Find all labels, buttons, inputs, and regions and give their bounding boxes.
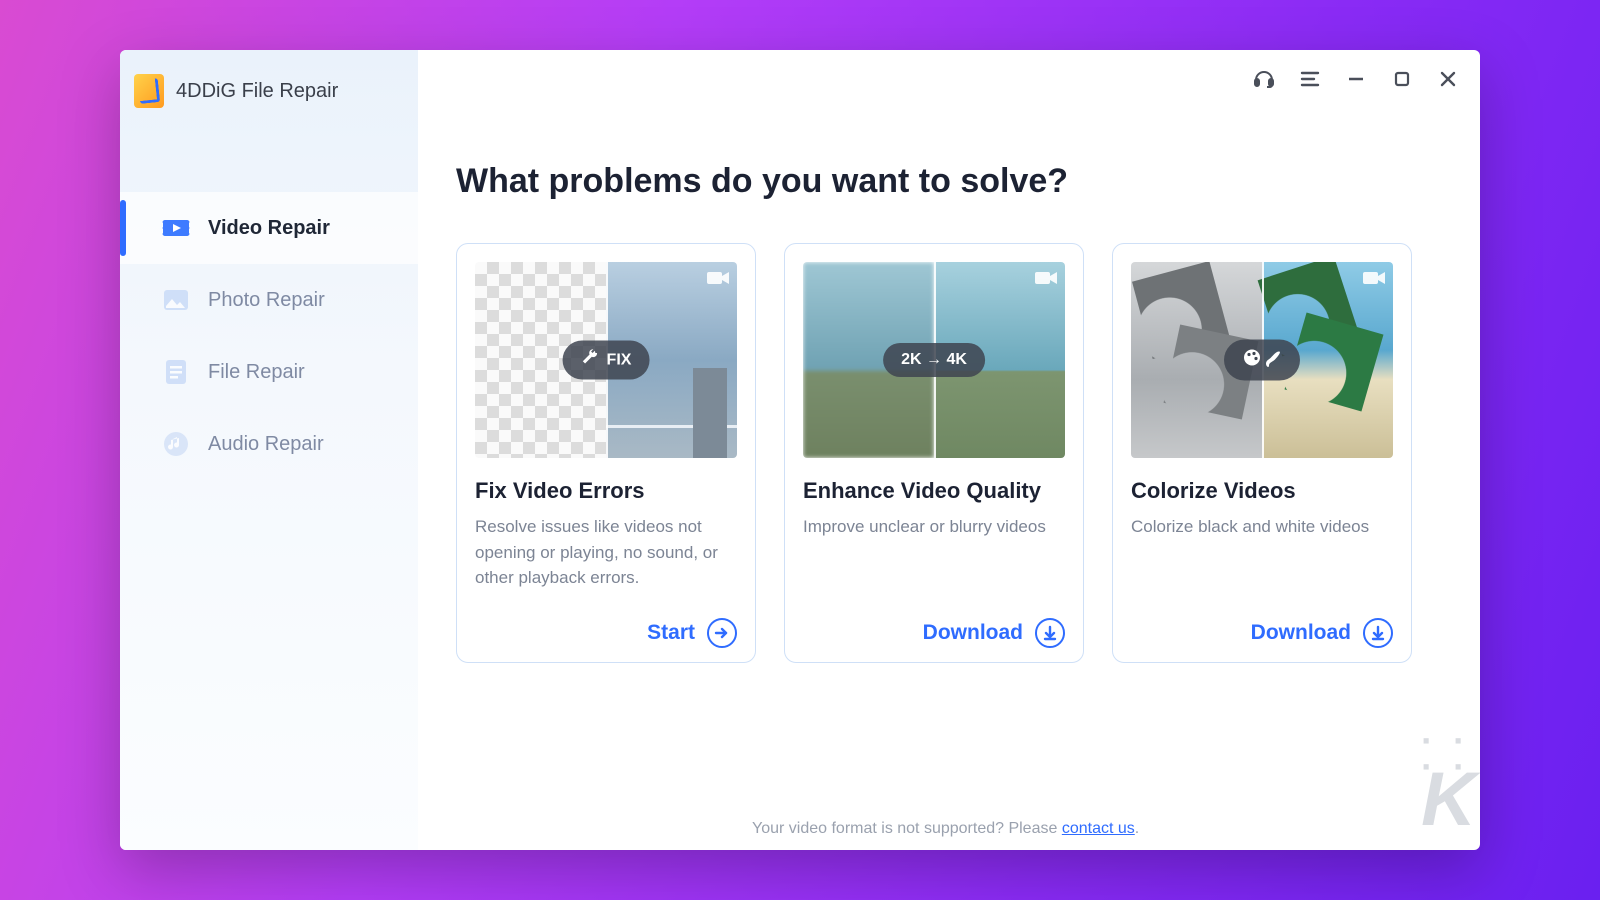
menu-icon[interactable]: [1296, 65, 1324, 93]
contact-us-link[interactable]: contact us: [1062, 820, 1135, 837]
card-colorize-videos[interactable]: Colorize Videos Colorize black and white…: [1112, 243, 1412, 663]
photo-icon: [162, 288, 190, 312]
sidebar-item-label: Photo Repair: [208, 289, 325, 312]
action-label: Download: [1251, 621, 1351, 645]
app-name: 4DDiG File Repair: [176, 80, 338, 103]
minimize-icon[interactable]: [1342, 65, 1370, 93]
sidebar-item-photo-repair[interactable]: Photo Repair: [120, 264, 418, 336]
file-icon: [162, 360, 190, 384]
start-button[interactable]: Start: [475, 602, 737, 648]
thumb-badge: FIX: [563, 341, 650, 380]
download-button[interactable]: Download: [803, 602, 1065, 648]
thumb-badge: 2K → 4K: [883, 343, 985, 377]
badge-text: FIX: [607, 351, 632, 369]
download-icon: [1035, 618, 1065, 648]
card-enhance-video-quality[interactable]: 2K → 4K Enhance Video Quality Improve un…: [784, 243, 1084, 663]
badge-text: 2K → 4K: [901, 351, 967, 369]
sidebar-nav: Video Repair Photo Repair File Repair Au…: [120, 192, 418, 480]
camera-icon: [1363, 270, 1385, 291]
card-title: Enhance Video Quality: [803, 478, 1065, 504]
footer-text: Your video format is not supported? Plea…: [752, 820, 1062, 837]
card-description: Improve unclear or blurry videos: [803, 514, 1065, 540]
card-thumbnail: 2K → 4K: [803, 262, 1065, 458]
action-label: Download: [923, 621, 1023, 645]
close-icon[interactable]: [1434, 65, 1462, 93]
card-fix-video-errors[interactable]: FIX Fix Video Errors Resolve issues like…: [456, 243, 756, 663]
download-button[interactable]: Download: [1131, 602, 1393, 648]
thumb-badge: [1224, 340, 1300, 381]
sidebar: 4DDiG File Repair Video Repair Photo Rep…: [120, 50, 418, 850]
titlebar: [418, 50, 1480, 108]
video-icon: [162, 216, 190, 240]
palette-brush-icon: [1242, 348, 1282, 373]
download-icon: [1363, 618, 1393, 648]
card-row: FIX Fix Video Errors Resolve issues like…: [456, 243, 1442, 663]
main-area: What problems do you want to solve?: [418, 50, 1480, 850]
sidebar-item-audio-repair[interactable]: Audio Repair: [120, 408, 418, 480]
camera-icon: [1035, 270, 1057, 291]
card-thumbnail: FIX: [475, 262, 737, 458]
sidebar-item-video-repair[interactable]: Video Repair: [120, 192, 418, 264]
maximize-icon[interactable]: [1388, 65, 1416, 93]
audio-icon: [162, 432, 190, 456]
sidebar-item-label: Video Repair: [208, 217, 330, 240]
headset-icon[interactable]: [1250, 65, 1278, 93]
sidebar-item-file-repair[interactable]: File Repair: [120, 336, 418, 408]
card-description: Colorize black and white videos: [1131, 514, 1393, 540]
footer-note: Your video format is not supported? Plea…: [752, 820, 1139, 838]
wrench-icon: [581, 349, 599, 372]
card-thumbnail: [1131, 262, 1393, 458]
sidebar-item-label: Audio Repair: [208, 433, 324, 456]
camera-icon: [707, 270, 729, 291]
card-title: Colorize Videos: [1131, 478, 1393, 504]
arrow-right-icon: [707, 618, 737, 648]
content: What problems do you want to solve?: [418, 108, 1480, 850]
watermark: ∙ ∙∙ ∙ K: [1421, 728, 1472, 826]
footer-suffix: .: [1135, 820, 1139, 837]
page-title: What problems do you want to solve?: [456, 162, 1442, 201]
brand: 4DDiG File Repair: [120, 50, 418, 132]
card-title: Fix Video Errors: [475, 478, 737, 504]
app-logo-icon: [134, 74, 164, 108]
sidebar-item-label: File Repair: [208, 361, 305, 384]
app-window: 4DDiG File Repair Video Repair Photo Rep…: [120, 50, 1480, 850]
action-label: Start: [647, 621, 695, 645]
card-description: Resolve issues like videos not opening o…: [475, 514, 737, 591]
